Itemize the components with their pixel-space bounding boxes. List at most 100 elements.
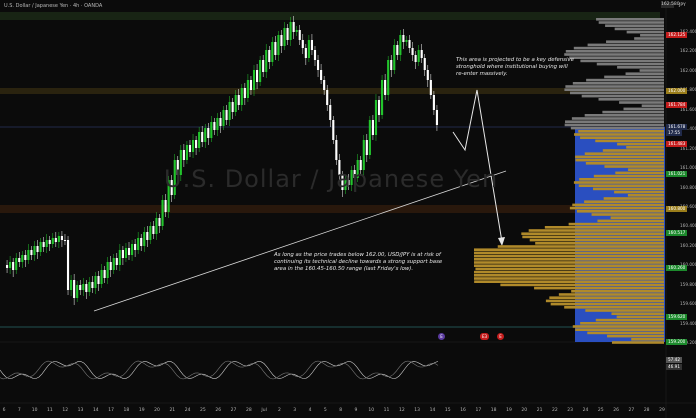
event-icon-1[interactable]: E — [438, 333, 445, 340]
time-axis-label: 17 — [475, 408, 482, 413]
candle-body — [231, 102, 234, 112]
profile-bar — [474, 254, 664, 258]
profile-bar — [580, 59, 664, 63]
time-axis-label: 17 — [108, 408, 114, 413]
time-axis-label: 25 — [200, 408, 206, 413]
profile-bar — [611, 341, 664, 344]
profile-bar — [574, 133, 664, 136]
candle-body — [33, 246, 36, 255]
candle-body — [103, 270, 106, 278]
time-axis-label: 27 — [628, 408, 635, 413]
candle-body — [228, 102, 231, 120]
profile-bar — [564, 306, 664, 309]
candle-body — [188, 145, 192, 152]
candle-body — [286, 28, 289, 40]
symbol-header[interactable]: U.S. Dollar / Japanese Yen · 4h · OANDA — [4, 3, 102, 9]
candle-body — [63, 240, 67, 241]
time-axis-label: 21 — [536, 408, 543, 413]
candle-body — [304, 48, 307, 58]
candle-body — [252, 70, 256, 90]
currency-label[interactable]: JPY — [679, 3, 686, 8]
price-tag: 159.200 — [666, 339, 688, 345]
profile-bar — [595, 318, 664, 322]
annotation-support-base[interactable]: As long as the price trades below 162.00… — [274, 252, 454, 273]
candle-body — [295, 30, 298, 32]
candle-body — [12, 262, 15, 270]
candle-body — [60, 236, 63, 240]
candle-body — [246, 80, 249, 98]
profile-bar — [626, 30, 664, 34]
profile-bar — [584, 152, 664, 155]
price-axis-label: 159.800 — [680, 281, 696, 287]
chart-canvas[interactable] — [0, 0, 696, 418]
candle-body — [225, 110, 228, 120]
profile-bar — [570, 91, 664, 95]
candle-body — [320, 70, 323, 80]
candle-body — [82, 284, 85, 290]
profile-bar — [579, 178, 664, 181]
time-axis-label: 24 — [582, 408, 589, 413]
candle-body — [423, 58, 426, 70]
price-tag: 161.483 — [666, 141, 688, 147]
time-axis-label: 20 — [521, 408, 528, 413]
event-icon-3[interactable]: E — [497, 333, 504, 340]
candle-body — [204, 128, 207, 142]
profile-bar — [565, 85, 664, 88]
candle-body — [48, 240, 51, 244]
annotation-defensive-stronghold[interactable]: This area is projected to be a key defen… — [456, 57, 574, 78]
event-icon-2[interactable]: E3 — [480, 333, 489, 340]
time-axis-label: 11 — [383, 408, 390, 413]
candle-body — [374, 100, 378, 135]
candle-body — [85, 284, 88, 292]
time-axis-label: 28 — [643, 408, 650, 413]
candle-body — [79, 285, 82, 290]
candle-body — [289, 22, 292, 40]
profile-bar — [603, 197, 664, 200]
candle-body — [185, 145, 189, 160]
candle-body — [100, 270, 103, 284]
time-axis-label: 10 — [31, 408, 38, 413]
price-tag: 160.800 — [666, 206, 688, 212]
oscillator-value-2: 46.91 — [666, 364, 682, 370]
time-axis-label: 8 — [339, 408, 343, 413]
candle-body — [36, 246, 39, 252]
profile-bar — [580, 136, 664, 139]
profile-bar — [474, 274, 664, 277]
candle-body — [91, 282, 94, 288]
profile-bar — [641, 104, 664, 107]
profile-bar — [573, 181, 664, 184]
candle-body — [39, 242, 42, 252]
profile-bar — [575, 158, 664, 162]
candle-body — [73, 280, 76, 298]
candle-body — [216, 118, 219, 130]
candle-body — [164, 200, 167, 212]
candle-body — [54, 238, 57, 242]
profile-bar — [634, 37, 664, 40]
profile-bar — [628, 168, 664, 171]
candle-body — [24, 255, 27, 260]
profile-bar — [627, 194, 664, 197]
profile-bar — [584, 114, 664, 117]
time-axis-label: 19 — [138, 408, 145, 413]
profile-bar — [564, 123, 664, 127]
price-tag: 162.125 — [666, 32, 688, 38]
profile-bar — [619, 101, 664, 104]
candle-body — [310, 40, 314, 50]
price-tag: 160.260 — [666, 265, 688, 271]
profile-bar — [605, 24, 664, 27]
profile-bar — [572, 82, 664, 85]
candle-body — [255, 70, 259, 82]
price-axis-label: 160.400 — [680, 223, 696, 229]
profile-bar — [570, 126, 664, 130]
candle-body — [368, 120, 371, 155]
candle-body — [280, 35, 283, 46]
candle-body — [268, 50, 271, 62]
profile-bar — [581, 94, 664, 98]
profile-bar — [611, 312, 664, 315]
time-axis-label: 2 — [278, 408, 281, 413]
profile-bar — [606, 40, 664, 43]
candle-body — [292, 22, 295, 32]
candle-body — [191, 140, 195, 152]
profile-bar — [528, 229, 664, 232]
time-axis-label: 13 — [77, 408, 84, 413]
